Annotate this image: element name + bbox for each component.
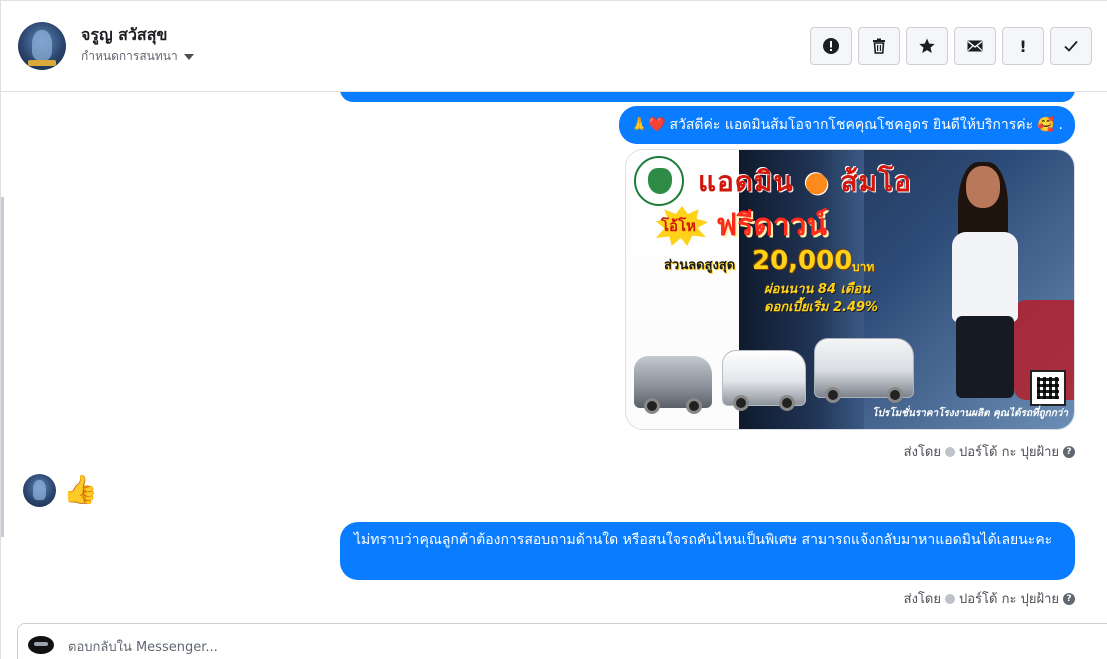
promo-title-admin: แอดมิน <box>698 165 794 198</box>
check-icon <box>1064 40 1078 52</box>
promo-free-down: ฟรีดาวน์ <box>716 208 828 243</box>
qr-code-icon <box>1030 370 1066 406</box>
follow-up-button[interactable]: ! <box>1002 27 1044 65</box>
alert-icon <box>823 38 839 54</box>
trash-icon <box>873 38 885 54</box>
promo-discount-label: ส่วนลดสูงสุด <box>664 258 736 273</box>
avatar-figure <box>32 30 52 60</box>
person-pants <box>956 316 1014 398</box>
message-bubble-previous[interactable] <box>340 92 1075 102</box>
star-icon <box>919 38 935 53</box>
contact-name[interactable]: จรูญ สวัสสุข <box>81 23 167 48</box>
greeting-text: สวัสดีค่ะ แอดมินส้มโอจากโชคคุณโชคอุดร ยิ… <box>669 117 1034 133</box>
inbox-conversation-panel: จรูญ สวัสสุข กำหนดการสนทนา ! 🙏❤️ สวัสดีค… <box>0 0 1107 659</box>
promo-starburst-text: โอ้โห <box>661 217 697 235</box>
person-shirt <box>952 232 1018 322</box>
promo-title-orange: ● <box>804 165 830 198</box>
reply-composer <box>17 623 1107 659</box>
mark-done-button[interactable] <box>1050 27 1092 65</box>
scrollbar[interactable] <box>1 197 4 537</box>
promo-image-attachment[interactable]: แอดมิน ● ส้มโอ โอ้โห ฟรีดาวน์ ส่วนลดสูงส… <box>625 149 1075 430</box>
help-icon[interactable]: ? <box>1063 445 1075 458</box>
greeting-emoji-smile: 🥰 <box>1037 117 1055 133</box>
message-bubble-greeting[interactable]: 🙏❤️ สวัสดีค่ะ แอดมินส้มโอจากโชคคุณโชคอุด… <box>618 106 1075 144</box>
mark-unread-button[interactable] <box>954 27 996 65</box>
car-pickup-cargo-image <box>814 338 914 403</box>
promo-amount-unit: บาท <box>852 260 875 274</box>
message-bubble-question[interactable]: ไม่ทราบว่าคุณลูกค้าต้องการสอบถามด้านใด ห… <box>340 522 1075 580</box>
assign-label: กำหนดการสนทนา <box>81 49 178 63</box>
sent-by-label: ส่งโดย ปอร์โด้ กะ ปุยฝ้าย ? <box>904 588 1075 609</box>
dealer-logo-icon <box>634 156 684 206</box>
promo-person <box>944 162 1024 406</box>
promo-footer: โปรโมชั่นราคาโรงงานผลิต คุณได้รถที่ถูกกว… <box>872 408 1068 419</box>
envelope-icon <box>967 40 983 52</box>
greeting-emoji-pray-heart: 🙏❤️ <box>630 117 666 133</box>
avatar-banner <box>28 60 56 66</box>
page-avatar <box>28 636 54 654</box>
greeting-trail: . <box>1058 117 1063 133</box>
verified-icon <box>945 446 955 457</box>
sent-by-name[interactable]: ปอร์โด้ กะ ปุยฝ้าย <box>959 588 1059 609</box>
caret-down-icon <box>183 54 194 60</box>
promo-title: แอดมิน ● ส้มโอ <box>698 160 912 204</box>
person-head <box>966 166 1000 208</box>
promo-amount: 20,000 <box>752 246 853 276</box>
promo-title-somo: ส้มโอ <box>840 165 912 198</box>
message-thread[interactable]: 🙏❤️ สวัสดีค่ะ แอดมินส้มโอจากโชคคุณโชคอุด… <box>1 92 1107 622</box>
sent-by-name[interactable]: ปอร์โด้ กะ ปุยฝ้าย <box>959 441 1059 462</box>
conversation-actions: ! <box>810 27 1092 65</box>
contact-avatar[interactable] <box>18 22 66 70</box>
car-sedan-image <box>634 356 712 414</box>
verified-icon <box>945 593 955 604</box>
sent-by-label: ส่งโดย ปอร์โด้ กะ ปุยฝ้าย ? <box>904 441 1075 462</box>
conversation-header: จรูญ สวัสสุข กำหนดการสนทนา ! <box>1 1 1107 92</box>
sent-by-text: ส่งโดย <box>903 592 941 607</box>
star-button[interactable] <box>906 27 948 65</box>
exclamation-icon: ! <box>1019 36 1027 56</box>
contact-avatar-small[interactable] <box>23 474 56 507</box>
sent-by-text: ส่งโดย <box>903 445 941 460</box>
promo-interest: ดอกเบี้ยเริ่ม 2.49% <box>764 300 879 315</box>
thumbs-up-message[interactable]: 👍 <box>63 472 98 508</box>
avatar-figure <box>33 480 46 500</box>
mark-spam-button[interactable] <box>810 27 852 65</box>
assign-conversation-dropdown[interactable]: กำหนดการสนทนา <box>81 47 194 66</box>
delete-button[interactable] <box>858 27 900 65</box>
reply-input[interactable] <box>68 636 968 658</box>
help-icon[interactable]: ? <box>1063 592 1075 605</box>
car-pickup-white-image <box>722 350 806 411</box>
